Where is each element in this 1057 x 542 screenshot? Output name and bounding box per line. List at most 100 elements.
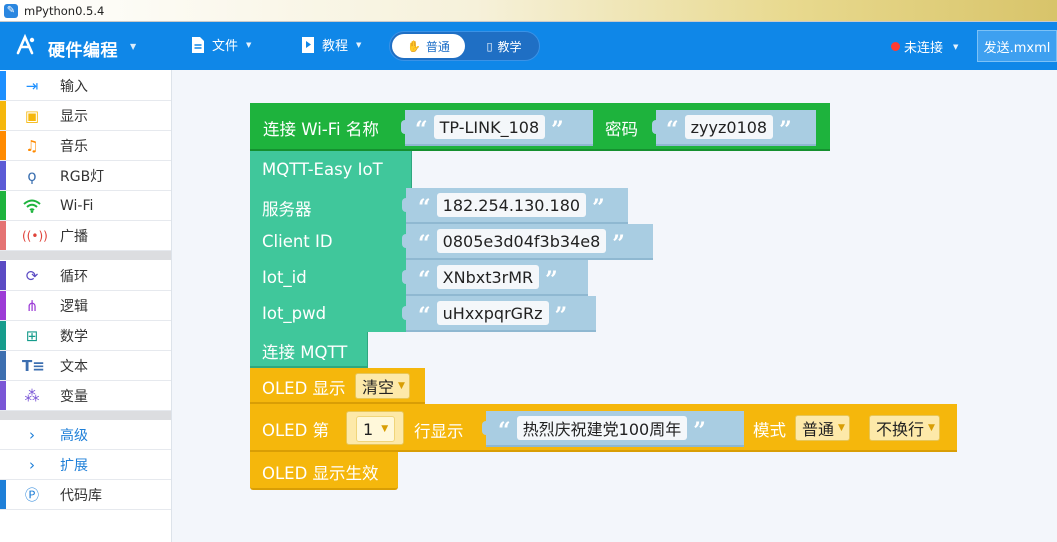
oled-wrap-dropdown[interactable]: 不换行 ▼ <box>869 415 940 441</box>
wifi-password-field[interactable]: zyyz0108 <box>684 115 774 139</box>
sidebar-divider <box>0 411 171 420</box>
chevron-right-icon: › <box>29 455 35 474</box>
chevron-down-icon: ▼ <box>838 423 845 433</box>
mqtt-client-id-field[interactable]: 0805e3d04f3b34e8 <box>436 229 607 253</box>
quote-close-icon: ” <box>551 117 564 143</box>
sidebar-item-advanced[interactable]: › 高级 <box>0 420 171 450</box>
mode-toggle: ✋ 普通 ▯ 教学 <box>389 31 540 61</box>
mqtt-client-id-label: Client ID <box>262 232 333 251</box>
window-title-bar: ✎ mPython0.5.4 <box>0 0 1057 22</box>
oled-clear-dropdown[interactable]: 清空 ▼ <box>355 373 410 399</box>
mpython-logo-icon <box>16 33 35 55</box>
mqtt-server-string[interactable]: “ 182.254.130.180 ” <box>402 188 628 224</box>
mqtt-client-id-string[interactable]: “ 0805e3d04f3b34e8 ” <box>402 224 653 260</box>
quote-close-icon: ” <box>545 267 558 293</box>
sidebar-item-loop[interactable]: ⟳ 循环 <box>0 261 171 291</box>
quote-close-icon: ” <box>592 195 605 221</box>
sidebar-item-broadcast[interactable]: ((•)) 广播 <box>0 221 171 251</box>
oled-text-field[interactable]: 热烈庆祝建党100周年 <box>516 416 688 440</box>
oled-row-display-label: 行显示 <box>414 422 464 441</box>
quote-open-icon: “ <box>415 117 428 143</box>
mode-teach-button[interactable]: ▯ 教学 <box>470 34 538 58</box>
quote-open-icon: “ <box>418 303 431 329</box>
send-button[interactable]: 发送.mxml <box>977 30 1057 62</box>
mqtt-iot-pwd-field[interactable]: uHxxpqrGRz <box>436 301 549 325</box>
sidebar-item-logic[interactable]: ⋔ 逻辑 <box>0 291 171 321</box>
quote-close-icon: ” <box>612 231 625 257</box>
oled-apply-label: OLED 显示生效 <box>262 464 379 483</box>
block-workspace[interactable]: 连接 Wi-Fi 名称 密码 “ TP-LINK_108 ” “ zyyz010… <box>172 70 1057 542</box>
mqtt-block-title: MQTT-Easy IoT <box>262 160 383 179</box>
mpython-app-icon: ✎ <box>4 3 18 18</box>
calculator-icon: ⊞ <box>25 326 39 345</box>
sidebar-item-text[interactable]: T≡ 文本 <box>0 351 171 381</box>
wifi-ssid-string[interactable]: “ TP-LINK_108 ” <box>401 110 593 146</box>
mqtt-iot-id-label: Iot_id <box>262 268 307 287</box>
mqtt-iot-pwd-string[interactable]: “ uHxxpqrGRz ” <box>402 296 596 332</box>
wifi-ssid-field[interactable]: TP-LINK_108 <box>433 115 546 139</box>
oled-apply-block[interactable]: OLED 显示生效 <box>250 452 398 490</box>
oled-clear-dropdown-value: 清空 <box>362 378 395 397</box>
chevron-down-icon: ▼ <box>246 40 252 49</box>
tutorial-menu-button[interactable]: 教程 ▼ <box>300 35 361 54</box>
oled-text-string[interactable]: “ 热烈庆祝建党100周年 ” <box>482 411 744 447</box>
bulb-icon: ϙ <box>27 166 37 185</box>
oled-line-number-field[interactable]: 1 ▼ <box>356 416 396 442</box>
sidebar-item-rgb[interactable]: ϙ RGB灯 <box>0 161 171 191</box>
mode-teach-label: 教学 <box>497 39 522 54</box>
file-menu-button[interactable]: 文件 ▼ <box>190 35 251 54</box>
block-category-sidebar: ⇥ 输入 ▣ 显示 ♫ 音乐 ϙ RGB灯 Wi-Fi ((•)) 广播 ⟳ 循… <box>0 70 172 542</box>
mqtt-server-field[interactable]: 182.254.130.180 <box>436 193 587 217</box>
sidebar-item-variable[interactable]: ⁂ 变量 <box>0 381 171 411</box>
loop-icon: ⟳ <box>25 266 39 285</box>
connection-label: 未连接 <box>904 41 944 56</box>
brand-title[interactable]: 硬件编程 <box>48 36 118 61</box>
connect-mqtt-block[interactable]: 连接 MQTT <box>250 332 368 368</box>
sidebar-item-display[interactable]: ▣ 显示 <box>0 101 171 131</box>
hand-icon: ✋ <box>407 39 421 53</box>
brand-dropdown-caret-icon[interactable]: ▼ <box>130 42 136 51</box>
chevron-down-icon: ▼ <box>356 40 362 49</box>
oled-line-label: OLED 第 <box>262 421 330 440</box>
display-icon: ▣ <box>24 106 40 125</box>
sidebar-item-math[interactable]: ⊞ 数学 <box>0 321 171 351</box>
code-library-icon: Ⓟ <box>25 487 39 504</box>
sidebar-item-code-library[interactable]: Ⓟ 代码库 <box>0 480 171 510</box>
quote-close-icon: ” <box>693 418 706 444</box>
wifi-password-string[interactable]: “ zyyz0108 ” <box>652 110 816 146</box>
mqtt-easy-iot-block[interactable]: MQTT-Easy IoT 服务器 Client ID Iot_id Iot_p… <box>250 151 412 332</box>
quote-close-icon: ” <box>554 303 568 329</box>
oled-mode-dropdown[interactable]: 普通 ▼ <box>795 415 850 441</box>
sidebar-item-wifi[interactable]: Wi-Fi <box>0 191 171 221</box>
connection-status[interactable]: 未连接 ▼ <box>891 37 958 56</box>
file-icon <box>192 36 204 53</box>
mqtt-iot-id-field[interactable]: XNbxt3rMR <box>436 265 540 289</box>
sidebar-divider <box>0 251 171 260</box>
quote-open-icon: “ <box>418 231 431 257</box>
chevron-down-icon: ▼ <box>398 381 405 391</box>
text-icon: T≡ <box>22 356 45 375</box>
connect-mqtt-label: 连接 MQTT <box>262 343 348 362</box>
chevron-down-icon: ▼ <box>953 42 959 51</box>
wifi-block-label: 连接 Wi-Fi 名称 <box>263 120 379 139</box>
sidebar-item-input[interactable]: ⇥ 输入 <box>0 71 171 101</box>
chevron-down-icon: ▼ <box>928 423 935 433</box>
book-icon <box>302 36 314 53</box>
quote-open-icon: “ <box>418 195 431 221</box>
top-toolbar: 硬件编程 ▼ 文件 ▼ 教程 ▼ ✋ 普通 ▯ 教学 未连接 ▼ 发送.mxml <box>0 22 1057 70</box>
quote-open-icon: “ <box>418 267 431 293</box>
mqtt-iot-id-string[interactable]: “ XNbxt3rMR ” <box>402 260 588 296</box>
variable-icon: ⁂ <box>24 386 40 405</box>
mqtt-iot-pwd-label: Iot_pwd <box>262 304 327 323</box>
chevron-right-icon: › <box>29 425 35 444</box>
status-dot-icon <box>891 42 900 51</box>
sidebar-item-extensions[interactable]: › 扩展 <box>0 450 171 480</box>
file-menu-label: 文件 <box>212 39 239 54</box>
oled-mode-dropdown-value: 普通 <box>802 420 835 439</box>
tutorial-menu-label: 教程 <box>322 39 349 54</box>
quote-close-icon: ” <box>779 117 792 143</box>
sidebar-item-music[interactable]: ♫ 音乐 <box>0 131 171 161</box>
mqtt-server-label: 服务器 <box>262 200 312 219</box>
wifi-icon <box>23 199 41 213</box>
mode-normal-button[interactable]: ✋ 普通 <box>392 34 465 58</box>
